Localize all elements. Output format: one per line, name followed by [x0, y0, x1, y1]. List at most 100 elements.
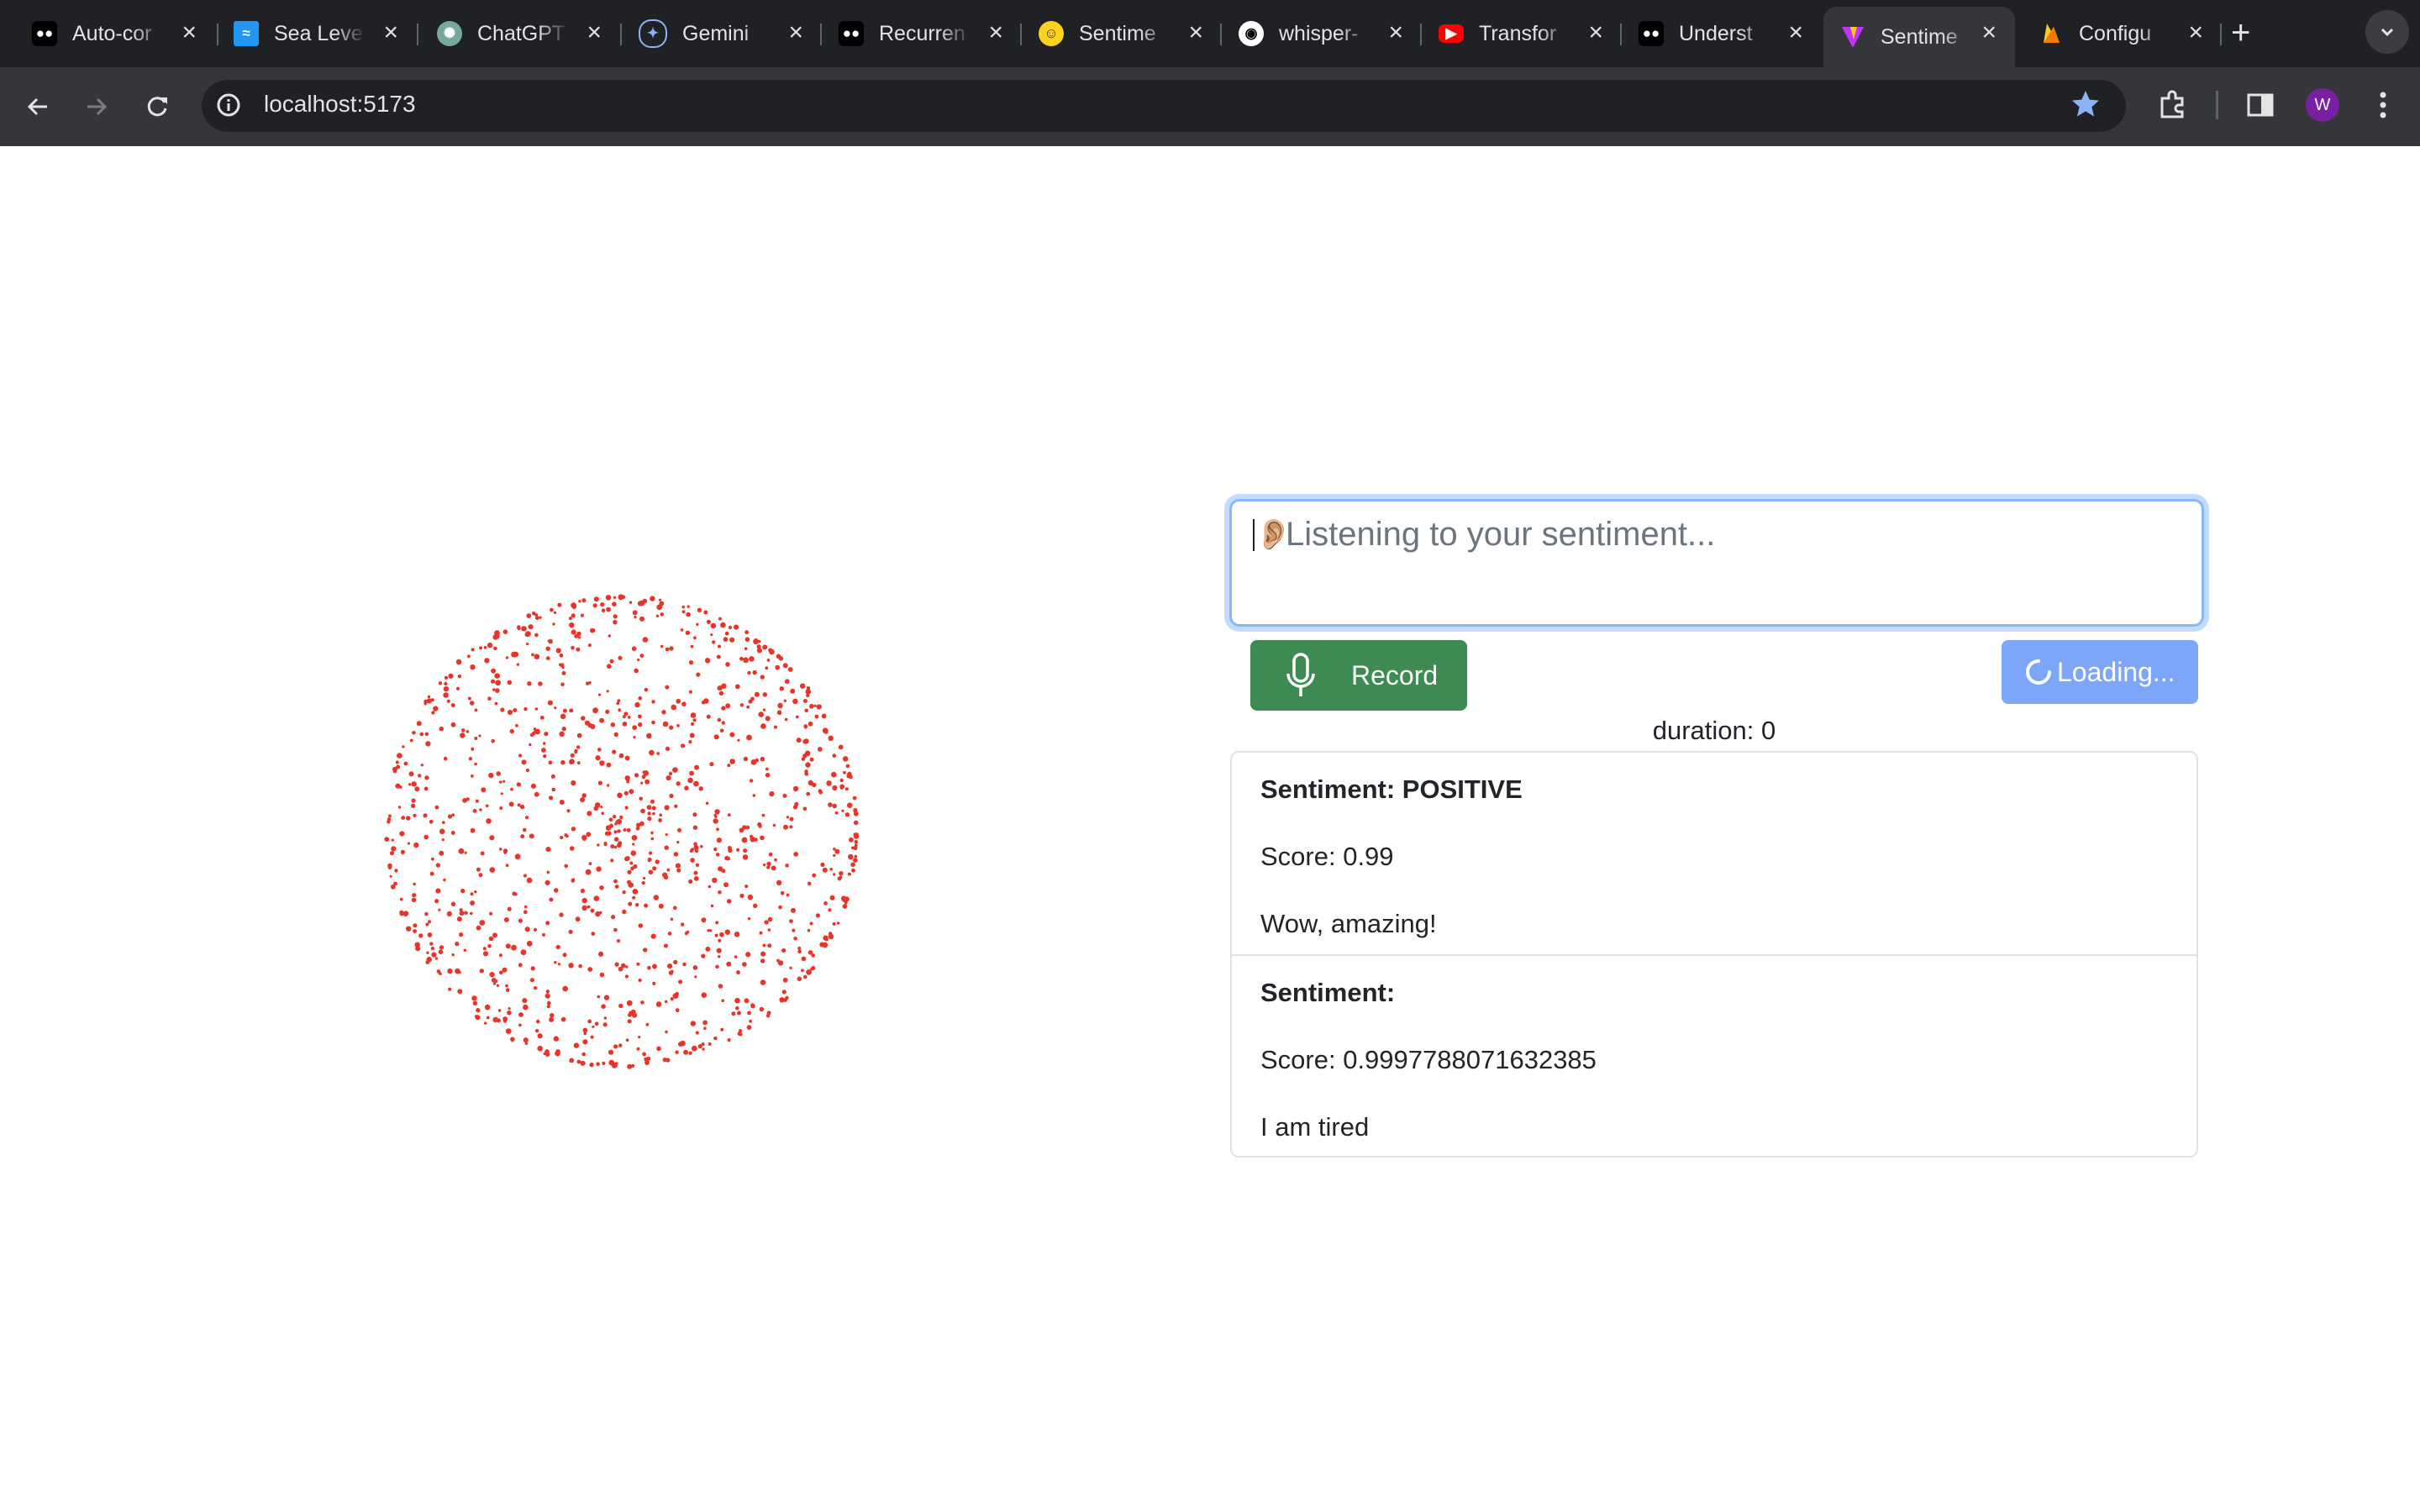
particle [656, 1046, 661, 1052]
new-tab-icon[interactable]: + [2231, 12, 2250, 54]
particle [686, 612, 691, 617]
record-label: Record [1351, 660, 1439, 690]
particle [791, 907, 796, 913]
particle [634, 616, 637, 619]
tab-close-icon[interactable]: × [988, 18, 1003, 47]
particle [542, 742, 546, 745]
particle [642, 1052, 646, 1057]
particle [444, 681, 448, 686]
particle [551, 787, 556, 792]
tab-close-icon[interactable]: × [383, 18, 398, 47]
side-panel-icon[interactable] [2242, 87, 2279, 123]
particle [523, 706, 528, 711]
tab-close-icon[interactable]: × [1188, 18, 1203, 47]
tab[interactable]: ▶ Transfor × [1422, 7, 1622, 60]
address-bar[interactable] [202, 80, 2126, 132]
tab-close-icon[interactable]: × [182, 18, 197, 47]
tab-close-icon[interactable]: × [1388, 18, 1403, 47]
address-text[interactable]: localhost:5173 [264, 91, 416, 118]
particle [640, 781, 644, 785]
particle [718, 955, 721, 958]
tab-close-icon[interactable]: × [587, 18, 602, 47]
particle [783, 699, 786, 702]
menu-dots-icon[interactable] [2365, 87, 2402, 123]
tab[interactable]: ●● Underst × [1622, 7, 1822, 60]
back-icon[interactable] [17, 86, 59, 128]
tab-close-icon[interactable]: × [788, 18, 803, 47]
reload-icon[interactable] [136, 86, 178, 128]
particle [576, 732, 582, 738]
particle [610, 722, 615, 727]
particle [735, 1005, 739, 1011]
particle [784, 679, 790, 685]
particle [636, 822, 641, 827]
tab[interactable]: ☺ Sentime × [1022, 7, 1222, 60]
particle [522, 998, 528, 1004]
particle [692, 812, 697, 817]
tab[interactable]: Configu × [2022, 7, 2222, 60]
particle [789, 816, 794, 822]
particle [658, 598, 662, 601]
particle [623, 711, 629, 717]
particle [834, 848, 840, 854]
particle [616, 939, 621, 943]
particle [613, 927, 618, 932]
particle [822, 867, 828, 873]
particle [714, 809, 720, 815]
particle [531, 731, 536, 736]
particle [744, 998, 750, 1004]
particle [581, 897, 587, 904]
tab[interactable]: ✦ Gemini × [622, 7, 822, 60]
particle [659, 813, 662, 816]
tab-active[interactable]: Sentime × [1823, 7, 2015, 67]
particle [842, 756, 849, 762]
particle [424, 911, 429, 916]
particle [534, 616, 539, 620]
tab[interactable]: ◉ whisper- × [1222, 7, 1422, 60]
particle [713, 847, 718, 852]
particle [484, 658, 490, 664]
particle [546, 1000, 551, 1005]
particle [531, 653, 534, 657]
tab-close-icon[interactable]: × [1588, 18, 1603, 47]
particle [800, 683, 806, 689]
particle [631, 646, 637, 651]
tab[interactable]: ≈ Sea Leve × [217, 7, 417, 60]
particle [464, 911, 468, 915]
particle [688, 740, 692, 744]
tab-close-icon[interactable]: × [1788, 18, 1803, 47]
particle [829, 868, 833, 871]
loading-button[interactable]: Loading... [2002, 640, 2198, 704]
record-button[interactable]: Record [1250, 640, 1467, 711]
particle [523, 910, 528, 915]
extensions-icon[interactable] [2154, 87, 2191, 123]
particle [639, 654, 644, 658]
particle [808, 950, 813, 955]
particle [639, 616, 644, 622]
site-info-icon[interactable] [215, 92, 242, 118]
particle [847, 872, 851, 876]
particle [457, 989, 463, 995]
particle [487, 943, 492, 948]
profile-avatar[interactable]: W [2306, 88, 2339, 122]
particle [566, 809, 571, 813]
tab[interactable]: ✺ ChatGPT × [420, 7, 620, 60]
tab[interactable]: ●● Auto-cor × [15, 7, 215, 60]
particle [502, 780, 506, 783]
particle [476, 867, 481, 872]
particle [802, 806, 808, 811]
particle [474, 708, 478, 712]
tab[interactable]: ●● Recurren × [822, 7, 1022, 60]
particle [695, 1031, 699, 1035]
particle [590, 627, 595, 633]
tab-close-icon[interactable]: × [1981, 18, 1996, 47]
particle [719, 932, 724, 937]
particle [581, 716, 586, 721]
chevron-down-icon[interactable] [2365, 10, 2409, 54]
tab-close-icon[interactable]: × [2188, 18, 2203, 47]
particle [663, 943, 668, 948]
particle [544, 993, 550, 999]
bookmark-star-icon[interactable] [2069, 87, 2102, 125]
particle [753, 638, 759, 644]
forward-icon[interactable] [76, 86, 118, 128]
